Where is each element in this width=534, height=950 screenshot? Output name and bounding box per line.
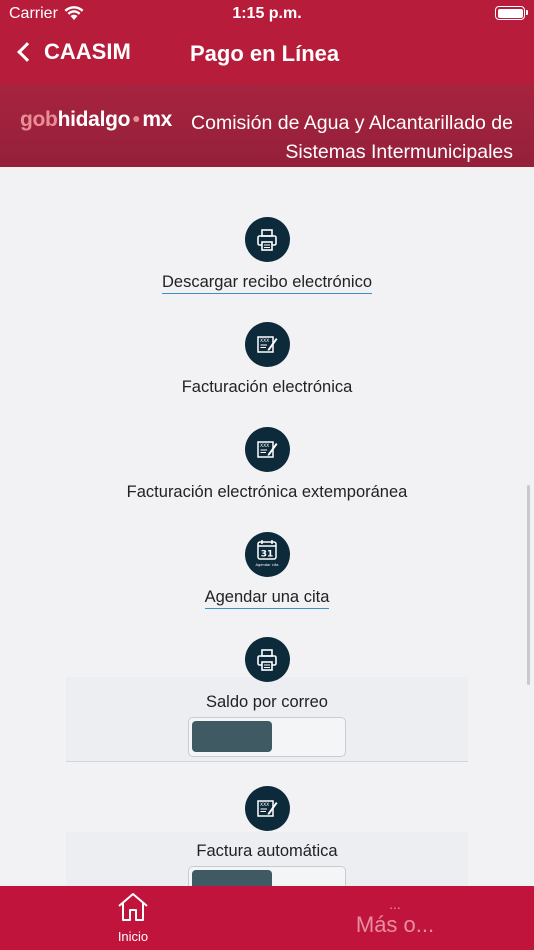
list-item-download-receipt: Descargar recibo electrónico xyxy=(0,217,534,294)
logo-mx: mx xyxy=(142,108,173,131)
toggle-knob xyxy=(192,721,272,752)
back-button[interactable]: CAASIM xyxy=(14,39,131,65)
gob-hidalgo-logo: gobhidalgo ●mx xyxy=(20,108,172,132)
list-item-auto-invoice: XXX Factura automática xyxy=(0,786,534,861)
calendar-icon[interactable]: 31 Agendar cita xyxy=(244,532,290,577)
auto-invoice-label: Factura automática xyxy=(196,842,338,860)
svg-text:XXX: XXX xyxy=(260,338,269,344)
svg-text:XXX: XXX xyxy=(260,443,269,449)
tab-more[interactable]: ... Más o... xyxy=(350,896,440,938)
more-dots-icon: ... xyxy=(389,896,401,912)
list-item-balance-by-email: Saldo por correo xyxy=(0,637,534,712)
invoice-icon[interactable]: XXX xyxy=(244,786,290,831)
tab-more-label: Más o... xyxy=(355,912,435,937)
chevron-left-icon xyxy=(17,42,37,62)
logo-dot: ● xyxy=(132,110,141,126)
late-e-invoicing-label[interactable]: Facturación electrónica extemporánea xyxy=(127,483,408,502)
calendar-icon-day: 31 xyxy=(261,549,274,559)
list-item-schedule-appointment: 31 Agendar cita Agendar una cita xyxy=(0,532,534,609)
tab-bar: Inicio ... Más o... xyxy=(0,886,534,950)
status-bar: Carrier 1:15 p.m. xyxy=(0,0,534,30)
invoice-icon[interactable]: XXX xyxy=(244,322,290,367)
printer-icon[interactable] xyxy=(244,637,290,682)
balance-by-email-label: Saldo por correo xyxy=(206,693,328,711)
list-item-e-invoicing: XXX Facturación electrónica xyxy=(0,322,534,397)
divider xyxy=(66,761,468,762)
tab-home-label: Inicio xyxy=(117,929,149,944)
logo-gob: gob xyxy=(20,108,58,131)
tab-home[interactable]: Inicio xyxy=(103,892,163,944)
top-bar: Carrier 1:15 p.m. CAASIM Pago en Línea xyxy=(0,0,534,84)
download-receipt-link[interactable]: Descargar recibo electrónico xyxy=(161,273,372,294)
list-item-late-e-invoicing: XXX Facturación electrónica extemporánea xyxy=(0,427,534,502)
organization-name: Comisión de Agua y Alcantarillado de Sis… xyxy=(191,112,513,163)
scroll-indicator[interactable] xyxy=(527,485,530,685)
banner: gobhidalgo ●mx Comisión de Agua y Alcanta… xyxy=(0,84,534,167)
printer-icon[interactable] xyxy=(244,217,290,262)
back-button-label: CAASIM xyxy=(44,39,131,64)
logo-hidalgo: hidalgo xyxy=(57,108,131,131)
clock: 1:15 p.m. xyxy=(232,5,302,22)
home-icon xyxy=(118,893,148,921)
page-title: Pago en Línea xyxy=(190,41,340,66)
calendar-icon-caption: Agendar cita xyxy=(256,563,279,567)
e-invoicing-label[interactable]: Facturación electrónica xyxy=(182,378,353,397)
invoice-icon[interactable]: XXX xyxy=(244,427,290,472)
schedule-appointment-link[interactable]: Agendar una cita xyxy=(204,588,330,609)
svg-text:XXX: XXX xyxy=(260,802,269,808)
battery-icon xyxy=(495,6,528,20)
balance-by-email-toggle[interactable] xyxy=(188,717,346,757)
content-area: Descargar recibo electrónico XXX Factura… xyxy=(0,167,534,906)
